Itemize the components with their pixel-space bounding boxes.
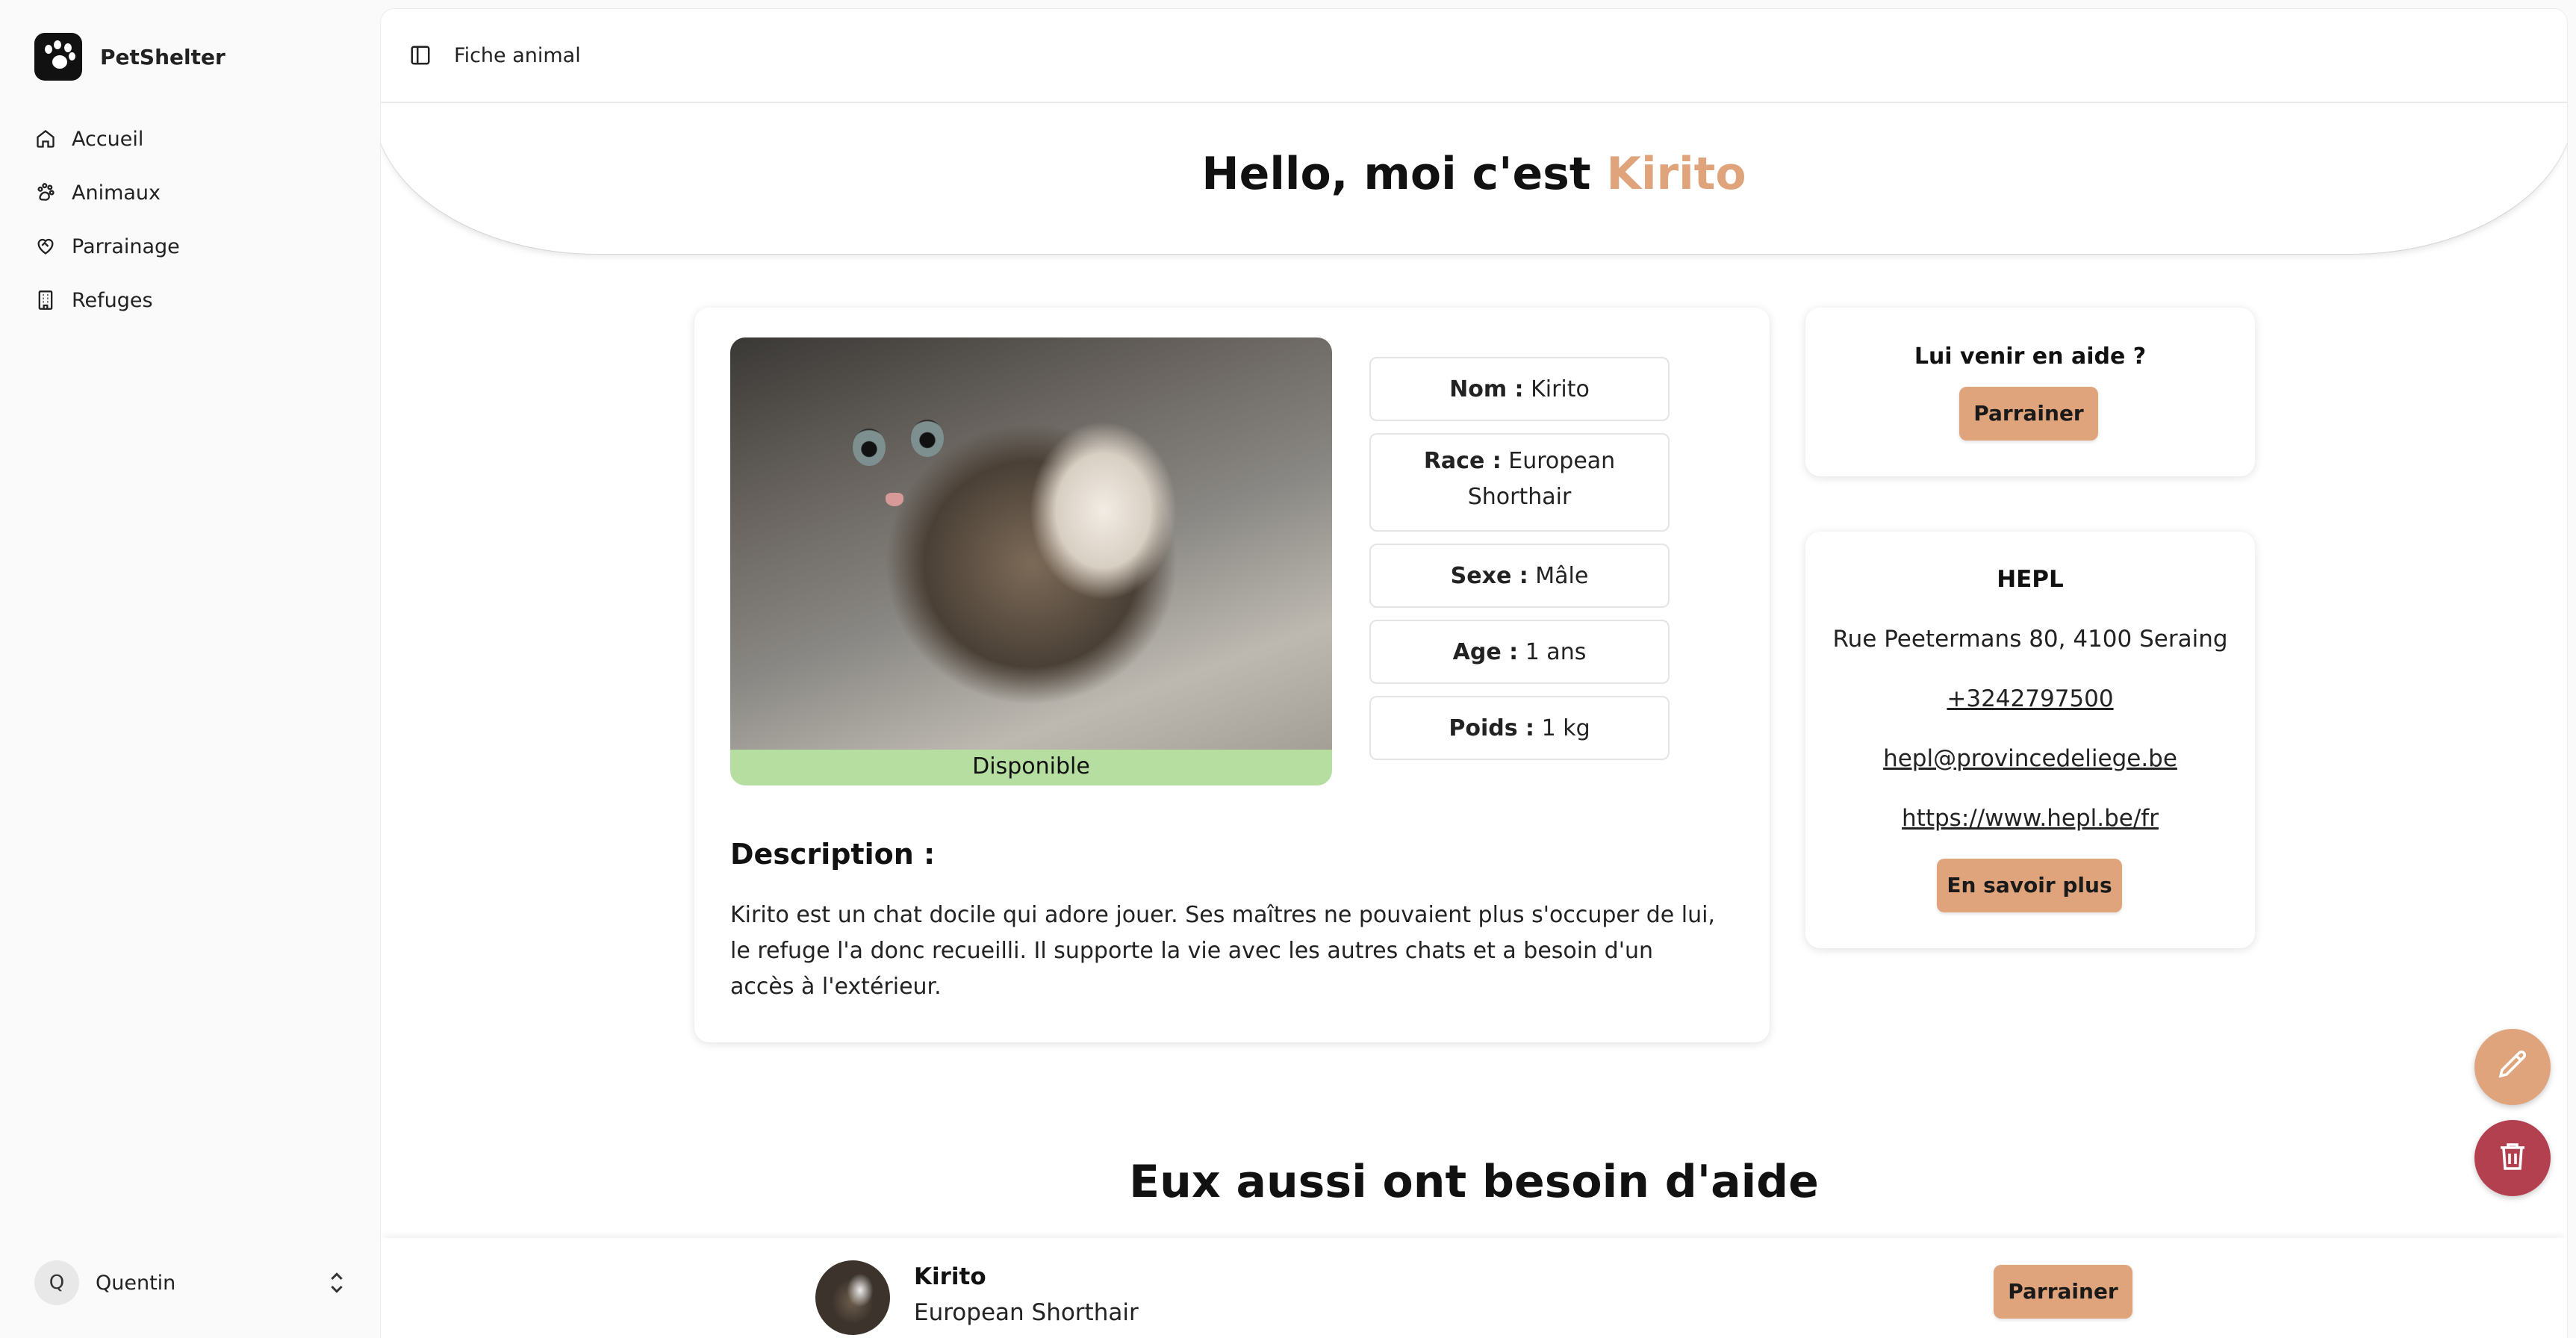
title-animal-name: Kirito [1606,148,1746,200]
sidebar-item-parrainage[interactable]: Parrainage [34,220,355,273]
sponsor-button[interactable]: Parrainer [1959,387,2098,441]
list-item-name: Kirito [914,1263,986,1290]
fact-age: Age : 1 ans [1369,620,1670,684]
description-text: Kirito est un chat docile qui adore joue… [730,902,1715,1000]
sidebar: PetShelter Accueil Animaux Parrainage Re… [0,0,379,1338]
animal-facts: Nom : Kirito Race : European Shorthair S… [1369,357,1670,772]
status-badge: Disponible [730,750,1332,785]
fact-weight: Poids : 1 kg [1369,696,1670,760]
sidebar-item-label: Animaux [72,181,161,205]
sidebar-item-refuges[interactable]: Refuges [34,273,355,327]
paw-logo-icon [34,33,82,81]
sidebar-item-animaux[interactable]: Animaux [34,166,355,220]
hero-banner: Hello, moi c'est Kirito [381,103,2567,254]
list-item: Kirito European Shorthair Parrainer [381,1238,2567,1338]
sidebar-item-label: Refuges [72,288,153,312]
edit-button[interactable] [2474,1029,2551,1105]
paw-icon [34,181,57,204]
brand[interactable]: PetShelter [34,33,225,81]
fact-sex: Sexe : Mâle [1369,544,1670,608]
list-item-sponsor-button[interactable]: Parrainer [1994,1265,2132,1319]
kitten-image [730,337,1332,750]
title-prefix: Hello, moi c'est [1201,148,1607,200]
description-title: Description : [730,838,936,871]
shelter-phone-link[interactable]: +3242797500 [1947,685,2113,712]
shelter-card: HEPL Rue Peetermans 80, 4100 Seraing +32… [1805,532,2255,948]
learn-more-button[interactable]: En savoir plus [1937,859,2122,912]
home-icon [34,128,57,150]
sidebar-nav: Accueil Animaux Parrainage Refuges [34,112,355,327]
shelter-email-link[interactable]: hepl@provincedeliege.be [1883,745,2177,772]
sidebar-item-label: Parrainage [72,234,180,258]
animal-card: Disponible Nom : Kirito Race : European … [694,308,1770,1042]
sponsor-card: Lui venir en aide ? Parrainer [1805,308,2255,476]
animal-thumbnail [815,1260,890,1335]
main-panel: Fiche animal Hello, moi c'est Kirito Dis… [381,9,2567,1338]
sidebar-toggle-icon[interactable] [408,43,433,68]
topbar: Fiche animal [381,9,2567,103]
page-title: Hello, moi c'est Kirito [381,148,2567,200]
user-name: Quentin [96,1271,176,1295]
pencil-icon [2495,1048,2530,1086]
breadcrumb: Fiche animal [454,43,581,67]
animal-photo: Disponible [730,337,1332,785]
sidebar-item-label: Accueil [72,127,144,151]
avatar: Q [34,1260,79,1305]
others-section-title: Eux aussi ont besoin d'aide [1129,1156,1819,1208]
building-icon [34,289,57,311]
app-name: PetShelter [100,44,225,69]
user-menu[interactable]: Q Quentin [34,1259,348,1307]
shelter-address: Rue Peetermans 80, 4100 Seraing [1832,626,2228,653]
sidebar-item-accueil[interactable]: Accueil [34,112,355,166]
sponsor-title: Lui venir en aide ? [1914,343,2147,370]
chevrons-up-down-icon[interactable] [326,1268,348,1298]
shelter-website-link[interactable]: https://www.hepl.be/fr [1902,805,2159,832]
heart-handshake-icon [34,235,57,258]
shelter-name: HEPL [1997,566,2064,593]
fact-name: Nom : Kirito [1369,357,1670,421]
fact-breed: Race : European Shorthair [1369,433,1670,532]
list-item-breed: European Shorthair [914,1299,1139,1326]
